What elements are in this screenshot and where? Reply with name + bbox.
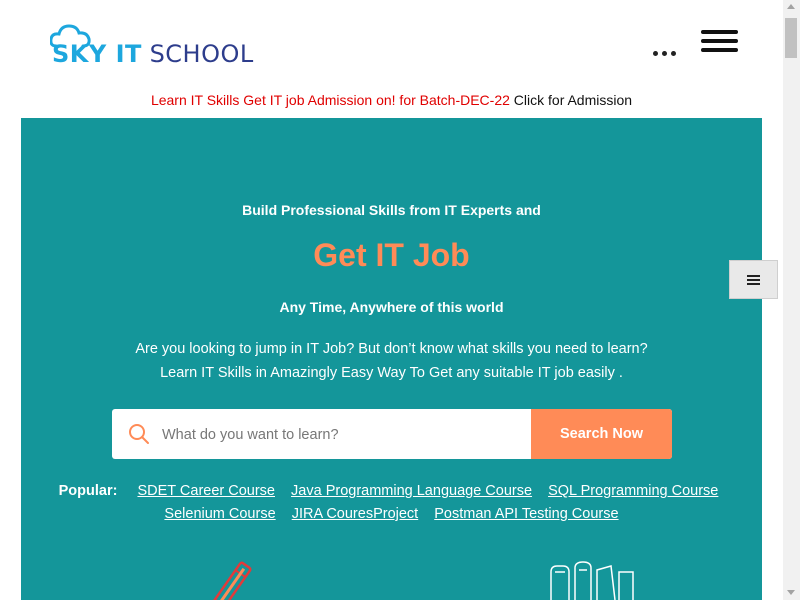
search-input[interactable] [160, 409, 532, 459]
side-menu-button[interactable] [729, 260, 778, 299]
popular-link-jira[interactable]: JIRA CouresProject [292, 506, 419, 522]
search-bar: Search Now [112, 409, 672, 459]
page-scrollbar[interactable] [783, 0, 800, 600]
popular-label: Popular: [58, 483, 118, 499]
hero-description-line1: Are you looking to jump in IT Job? But d… [135, 341, 648, 357]
hero-section: Build Professional Skills from IT Expert… [21, 118, 762, 600]
hero-description-line2: Learn IT Skills in Amazingly Easy Way To… [160, 365, 623, 381]
popular-link-sql[interactable]: SQL Programming Course [548, 483, 718, 499]
hamburger-icon[interactable] [701, 30, 739, 52]
list-icon [747, 273, 760, 287]
hero-tagline: Any Time, Anywhere of this world [279, 299, 504, 315]
popular-link-selenium[interactable]: Selenium Course [164, 506, 275, 522]
announcement-bar: Learn IT Skills Get IT job Admission on!… [0, 88, 783, 112]
pencil-illustration [208, 561, 252, 600]
logo-school-text: SCHOOL [149, 40, 254, 68]
admission-link[interactable]: Click for Admission [514, 92, 632, 108]
search-icon [129, 424, 149, 444]
popular-link-postman[interactable]: Postman API Testing Course [434, 506, 618, 522]
site-header: SKY IT SCHOOL [0, 0, 783, 88]
scroll-down-arrow-icon[interactable] [787, 590, 795, 595]
popular-links: Popular: SDET Career Course Java Program… [21, 480, 762, 526]
logo-sky-text: SKY IT [52, 40, 142, 68]
popular-link-sdet[interactable]: SDET Career Course [137, 483, 275, 499]
popular-link-java[interactable]: Java Programming Language Course [291, 483, 532, 499]
books-illustration [550, 561, 634, 600]
more-dots-icon[interactable] [653, 46, 679, 60]
site-logo[interactable]: SKY IT SCHOOL [50, 24, 254, 68]
search-now-button[interactable]: Search Now [531, 409, 672, 459]
hero-description: Are you looking to jump in IT Job? But d… [21, 337, 762, 385]
hero-title: Get IT Job [313, 237, 470, 273]
announcement-text: Learn IT Skills Get IT job Admission on!… [150, 92, 510, 108]
scroll-up-arrow-icon[interactable] [787, 4, 795, 9]
hero-subtitle: Build Professional Skills from IT Expert… [242, 202, 541, 218]
scrollbar-thumb[interactable] [785, 18, 797, 58]
